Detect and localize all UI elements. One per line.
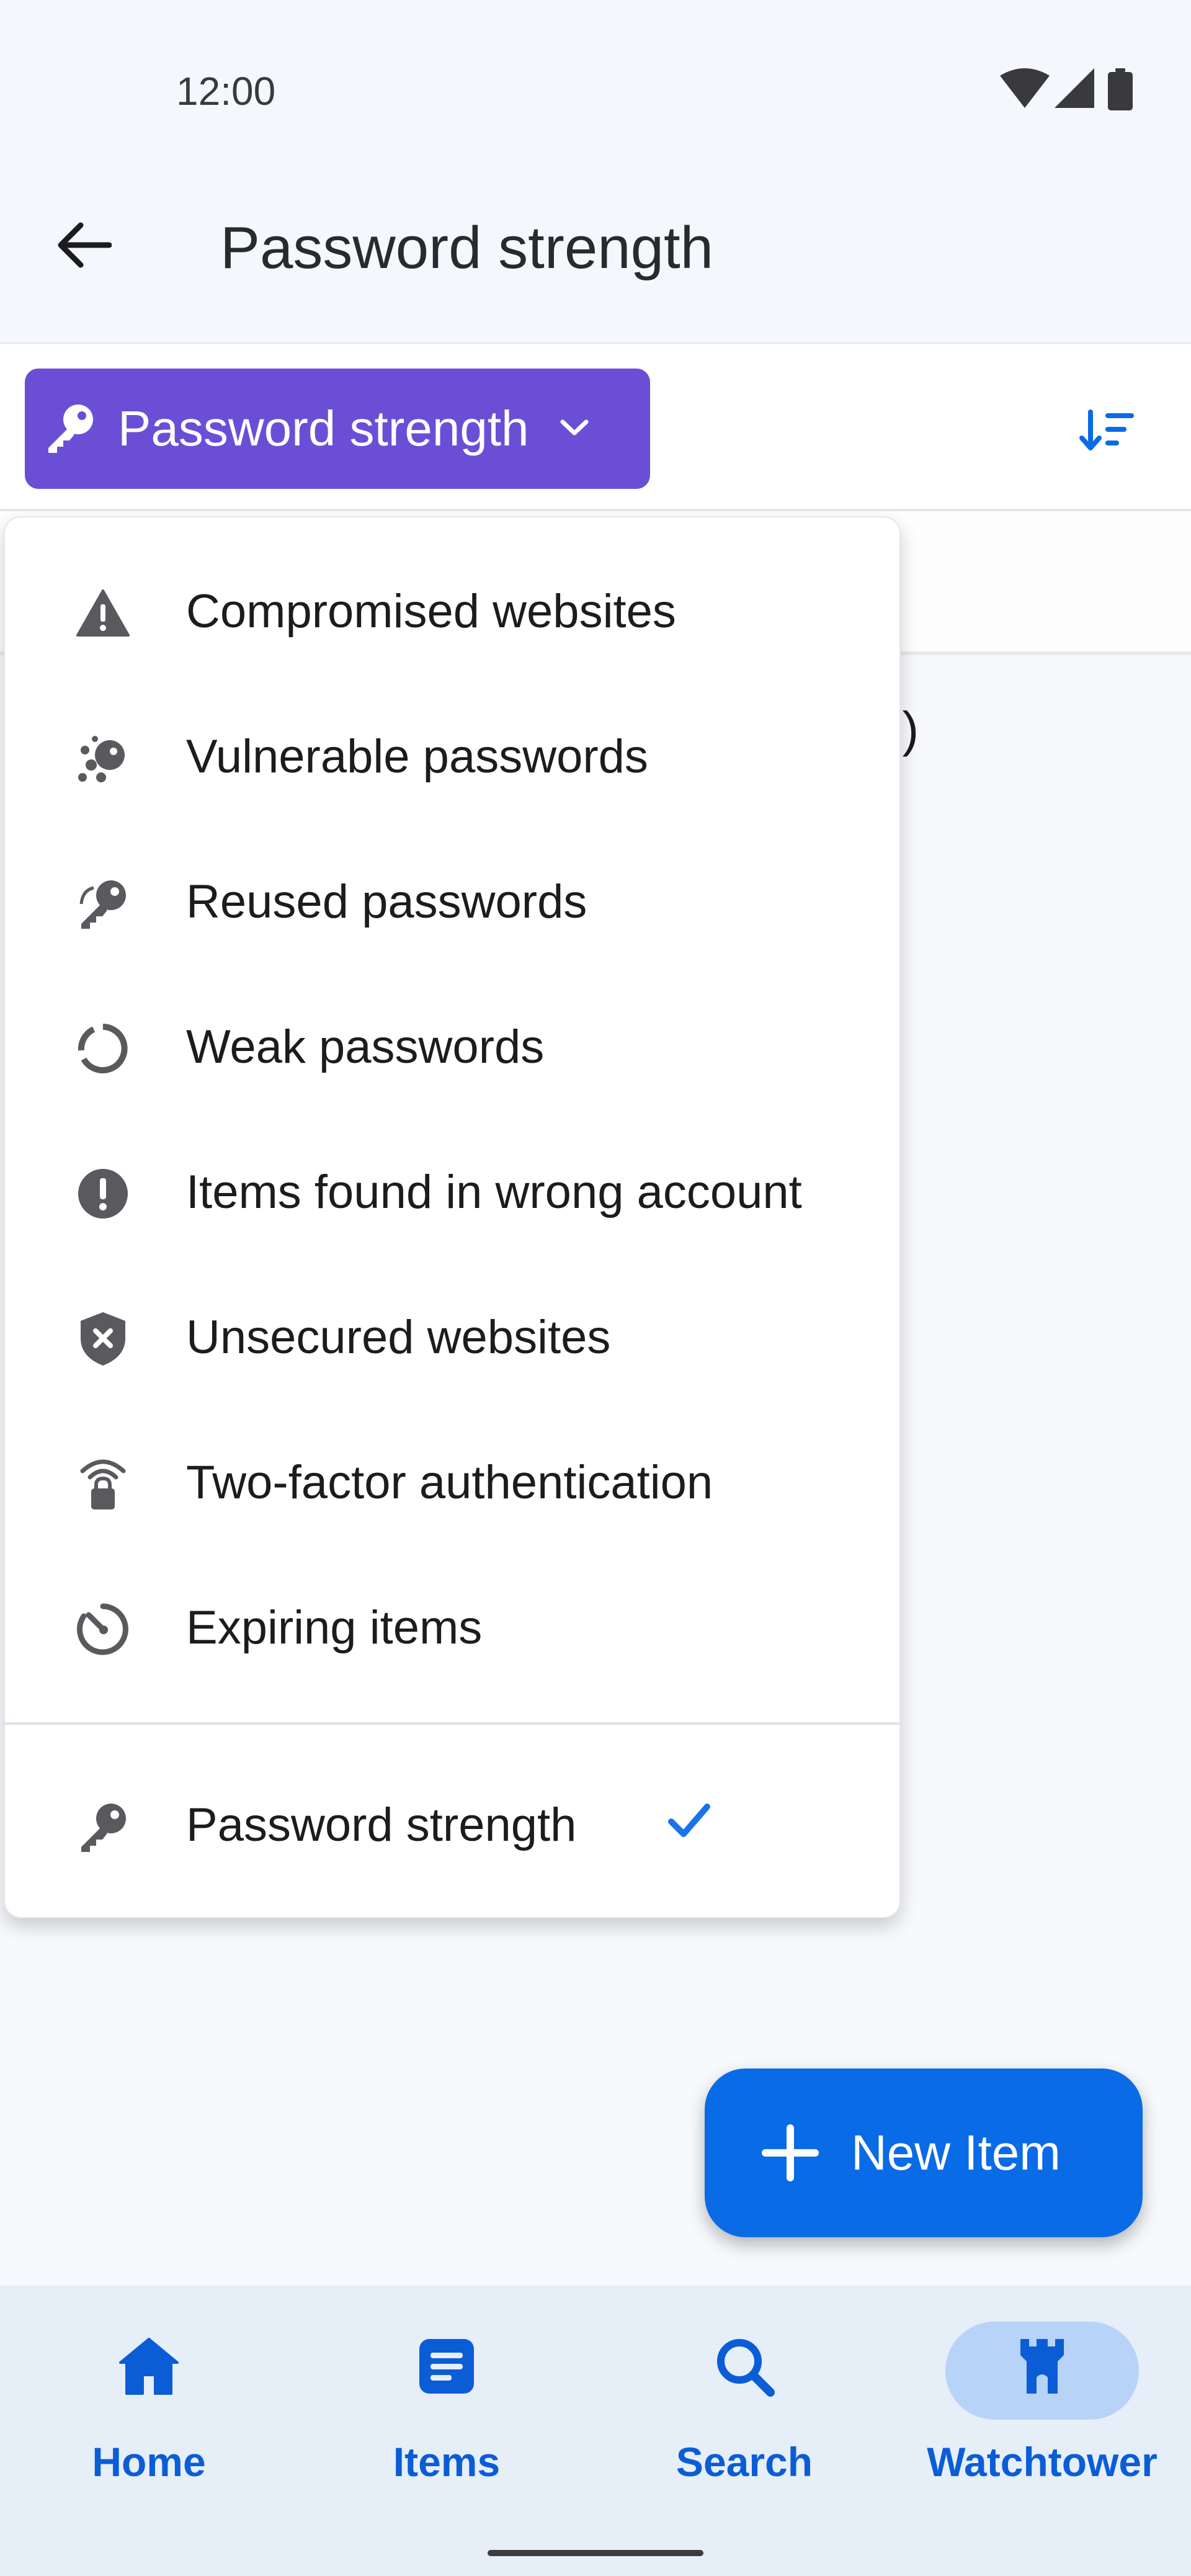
nav-label: Home	[92, 2439, 206, 2485]
menu-item-label: Password strength	[186, 1799, 577, 1851]
search-icon	[707, 2329, 782, 2404]
warning-triangle-icon	[72, 582, 134, 644]
timer-icon	[72, 1598, 134, 1660]
back-button[interactable]	[43, 205, 124, 285]
weak-circle-icon	[72, 1017, 134, 1080]
menu-item-label: Unsecured websites	[186, 1311, 611, 1364]
menu-item-items-wrong-account[interactable]: Items found in wrong account	[4, 1120, 901, 1266]
sort-icon	[1079, 409, 1134, 450]
filter-dropdown-chip[interactable]: Password strength	[25, 369, 650, 489]
menu-item-vulnerable-passwords[interactable]: Vulnerable passwords	[4, 685, 901, 830]
menu-item-expiring-items[interactable]: Expiring items	[4, 1556, 901, 1701]
menu-item-label: Reused passwords	[186, 875, 587, 928]
back-arrow-icon	[58, 222, 112, 268]
nav-label: Watchtower	[927, 2439, 1158, 2485]
menu-item-label: Two-factor authentication	[186, 1456, 713, 1509]
filter-chip-label: Password strength	[118, 401, 529, 456]
home-indicator	[488, 2550, 703, 2556]
plus-icon	[759, 2122, 821, 2184]
nav-label: Items	[393, 2439, 501, 2485]
menu-item-two-factor[interactable]: Two-factor authentication	[4, 1411, 901, 1556]
menu-item-label: Items found in wrong account	[186, 1166, 802, 1219]
page-title: Password strength	[220, 215, 714, 281]
nav-item-watchtower[interactable]: Watchtower	[893, 2308, 1191, 2494]
reused-key-icon	[72, 872, 134, 934]
vulnerable-password-icon	[72, 727, 134, 789]
wifi-icon	[1000, 68, 1050, 112]
two-factor-lock-icon	[72, 1453, 134, 1515]
status-time: 12:00	[176, 69, 276, 114]
exclamation-circle-icon	[72, 1163, 134, 1225]
nav-item-items[interactable]: Items	[298, 2308, 596, 2494]
menu-item-label: Vulnerable passwords	[186, 730, 648, 783]
new-item-button[interactable]: New Item	[705, 2068, 1143, 2237]
new-item-label: New Item	[851, 2125, 1061, 2180]
menu-divider	[4, 1722, 901, 1725]
menu-item-password-strength[interactable]: Password strength	[4, 1753, 901, 1898]
sort-button[interactable]	[1067, 397, 1148, 465]
nav-label: Search	[676, 2439, 813, 2485]
key-icon	[72, 1796, 134, 1858]
signal-icon	[1055, 68, 1094, 112]
nav-item-search[interactable]: Search	[596, 2308, 893, 2494]
menu-item-label: Weak passwords	[186, 1021, 545, 1073]
menu-item-unsecured-websites[interactable]: Unsecured websites	[4, 1266, 901, 1411]
battery-icon	[1108, 68, 1133, 114]
menu-item-weak-passwords[interactable]: Weak passwords	[4, 975, 901, 1120]
nav-item-home[interactable]: Home	[0, 2308, 298, 2494]
shield-x-icon	[72, 1308, 134, 1370]
chevron-down-icon	[559, 418, 590, 440]
menu-item-label: Expiring items	[186, 1601, 483, 1654]
menu-item-label: Compromised websites	[186, 585, 676, 638]
check-icon	[667, 1802, 711, 1842]
home-icon	[112, 2329, 186, 2404]
items-icon	[409, 2329, 484, 2404]
watchtower-icon	[1005, 2329, 1079, 2404]
key-icon	[43, 401, 97, 457]
menu-item-compromised-websites[interactable]: Compromised websites	[4, 540, 901, 685]
menu-item-reused-passwords[interactable]: Reused passwords	[4, 830, 901, 975]
